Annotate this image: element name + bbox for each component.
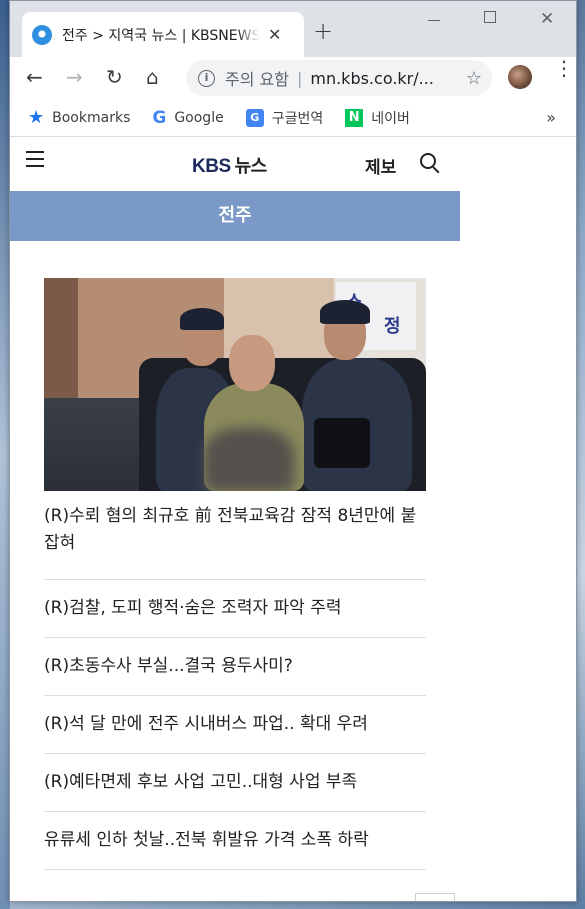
window-close-button[interactable]: ✕ xyxy=(540,9,554,29)
bookmark-naver[interactable]: N 네이버 xyxy=(345,108,410,128)
browser-tab[interactable]: 전주 > 지역국 뉴스 | KBSNEWS ✕ xyxy=(22,12,304,57)
more-menu-icon[interactable]: ⋮ xyxy=(554,58,574,78)
news-list-item[interactable]: (R)예타면제 후보 사업 고민..대형 사업 부족 xyxy=(44,754,426,812)
news-list-item[interactable]: 유류세 인하 첫날..전북 휘발유 가격 소폭 하락 xyxy=(44,812,426,870)
news-list: 소정법 (R)수뢰 혐의 최규호 前 전북교육감 잠적 8년만에 붙잡혀 (R)… xyxy=(10,241,460,870)
logo-news-text: 뉴스 xyxy=(234,156,268,177)
kbs-news-logo[interactable]: KBS 뉴스 xyxy=(192,152,267,178)
minimize-button[interactable] xyxy=(428,7,440,25)
browser-window: 전주 > 지역국 뉴스 | KBSNEWS ✕ + ✕ ← → ↻ ⌂ i 주의… xyxy=(9,0,577,902)
bookmarks-bar: ★ Bookmarks G Google G 구글번역 N 네이버 » xyxy=(10,99,576,137)
site-header: KBS 뉴스 제보 xyxy=(10,137,460,191)
address-separator: | xyxy=(296,68,303,88)
hamburger-menu-icon[interactable] xyxy=(26,151,44,172)
naver-icon: N xyxy=(345,108,364,127)
google-icon: G xyxy=(152,107,167,128)
tab-close-icon[interactable]: ✕ xyxy=(268,25,281,44)
bookmark-label: 네이버 xyxy=(371,110,410,127)
maximize-button[interactable] xyxy=(484,9,496,27)
star-icon: ★ xyxy=(28,107,45,128)
kbs-favicon-icon xyxy=(32,24,52,45)
bookmark-label: Google xyxy=(174,109,224,126)
logo-kbs-text: KBS xyxy=(192,156,231,177)
search-icon[interactable] xyxy=(420,153,442,175)
browser-toolbar: ← → ↻ ⌂ i 주의 요함 | mn.kbs.co.kr/... ☆ ⋮ xyxy=(10,57,576,99)
minimize-icon xyxy=(428,19,440,21)
news-list-item[interactable]: (R)초동수사 부실...결국 용두사미? xyxy=(44,638,426,696)
lead-news-title[interactable]: (R)수뢰 혐의 최규호 前 전북교육감 잠적 8년만에 붙잡혀 xyxy=(44,503,426,580)
bookmark-google[interactable]: G Google xyxy=(152,108,223,128)
bookmark-star-icon[interactable]: ☆ xyxy=(466,68,482,89)
tab-title: 전주 > 지역국 뉴스 | KBSNEWS xyxy=(62,27,260,44)
security-warning-label: 주의 요함 xyxy=(225,70,289,89)
url-text: mn.kbs.co.kr/... xyxy=(310,68,434,88)
web-page: KBS뉴스 제보 전주 소정법 (R)수뢰 혐의 최규호 xyxy=(10,137,576,901)
news-list-item[interactable]: (R)검찰, 도피 행적·숨은 조력자 파악 주력 xyxy=(44,580,426,638)
bookmark-label: Bookmarks xyxy=(52,109,131,126)
address-bar[interactable]: i 주의 요함 | mn.kbs.co.kr/... ☆ xyxy=(186,60,492,96)
bookmarks-overflow-button[interactable]: » xyxy=(546,108,556,127)
bookmark-translate[interactable]: G 구글번역 xyxy=(245,108,324,128)
home-icon[interactable]: ⌂ xyxy=(146,66,159,88)
maximize-icon xyxy=(484,11,496,23)
profile-avatar[interactable] xyxy=(508,65,532,89)
lead-news-photo[interactable]: 소정법 xyxy=(44,278,426,491)
forward-arrow-icon[interactable]: → xyxy=(66,66,83,88)
report-link[interactable]: 제보 xyxy=(365,153,396,178)
reload-icon[interactable]: ↻ xyxy=(106,66,123,88)
scroll-top-button[interactable] xyxy=(415,893,455,901)
translate-icon: G xyxy=(245,108,264,127)
back-arrow-icon[interactable]: ← xyxy=(26,66,43,88)
info-icon[interactable]: i xyxy=(198,69,215,87)
bookmark-bookmarks[interactable]: ★ Bookmarks xyxy=(28,107,130,128)
news-list-item[interactable]: (R)석 달 만에 전주 시내버스 파업.. 확대 우려 xyxy=(44,696,426,754)
region-title-bar: 전주 xyxy=(10,191,460,241)
new-tab-button[interactable]: + xyxy=(313,17,333,45)
tab-strip: 전주 > 지역국 뉴스 | KBSNEWS ✕ + ✕ xyxy=(10,1,576,57)
bookmark-label: 구글번역 xyxy=(271,110,324,127)
